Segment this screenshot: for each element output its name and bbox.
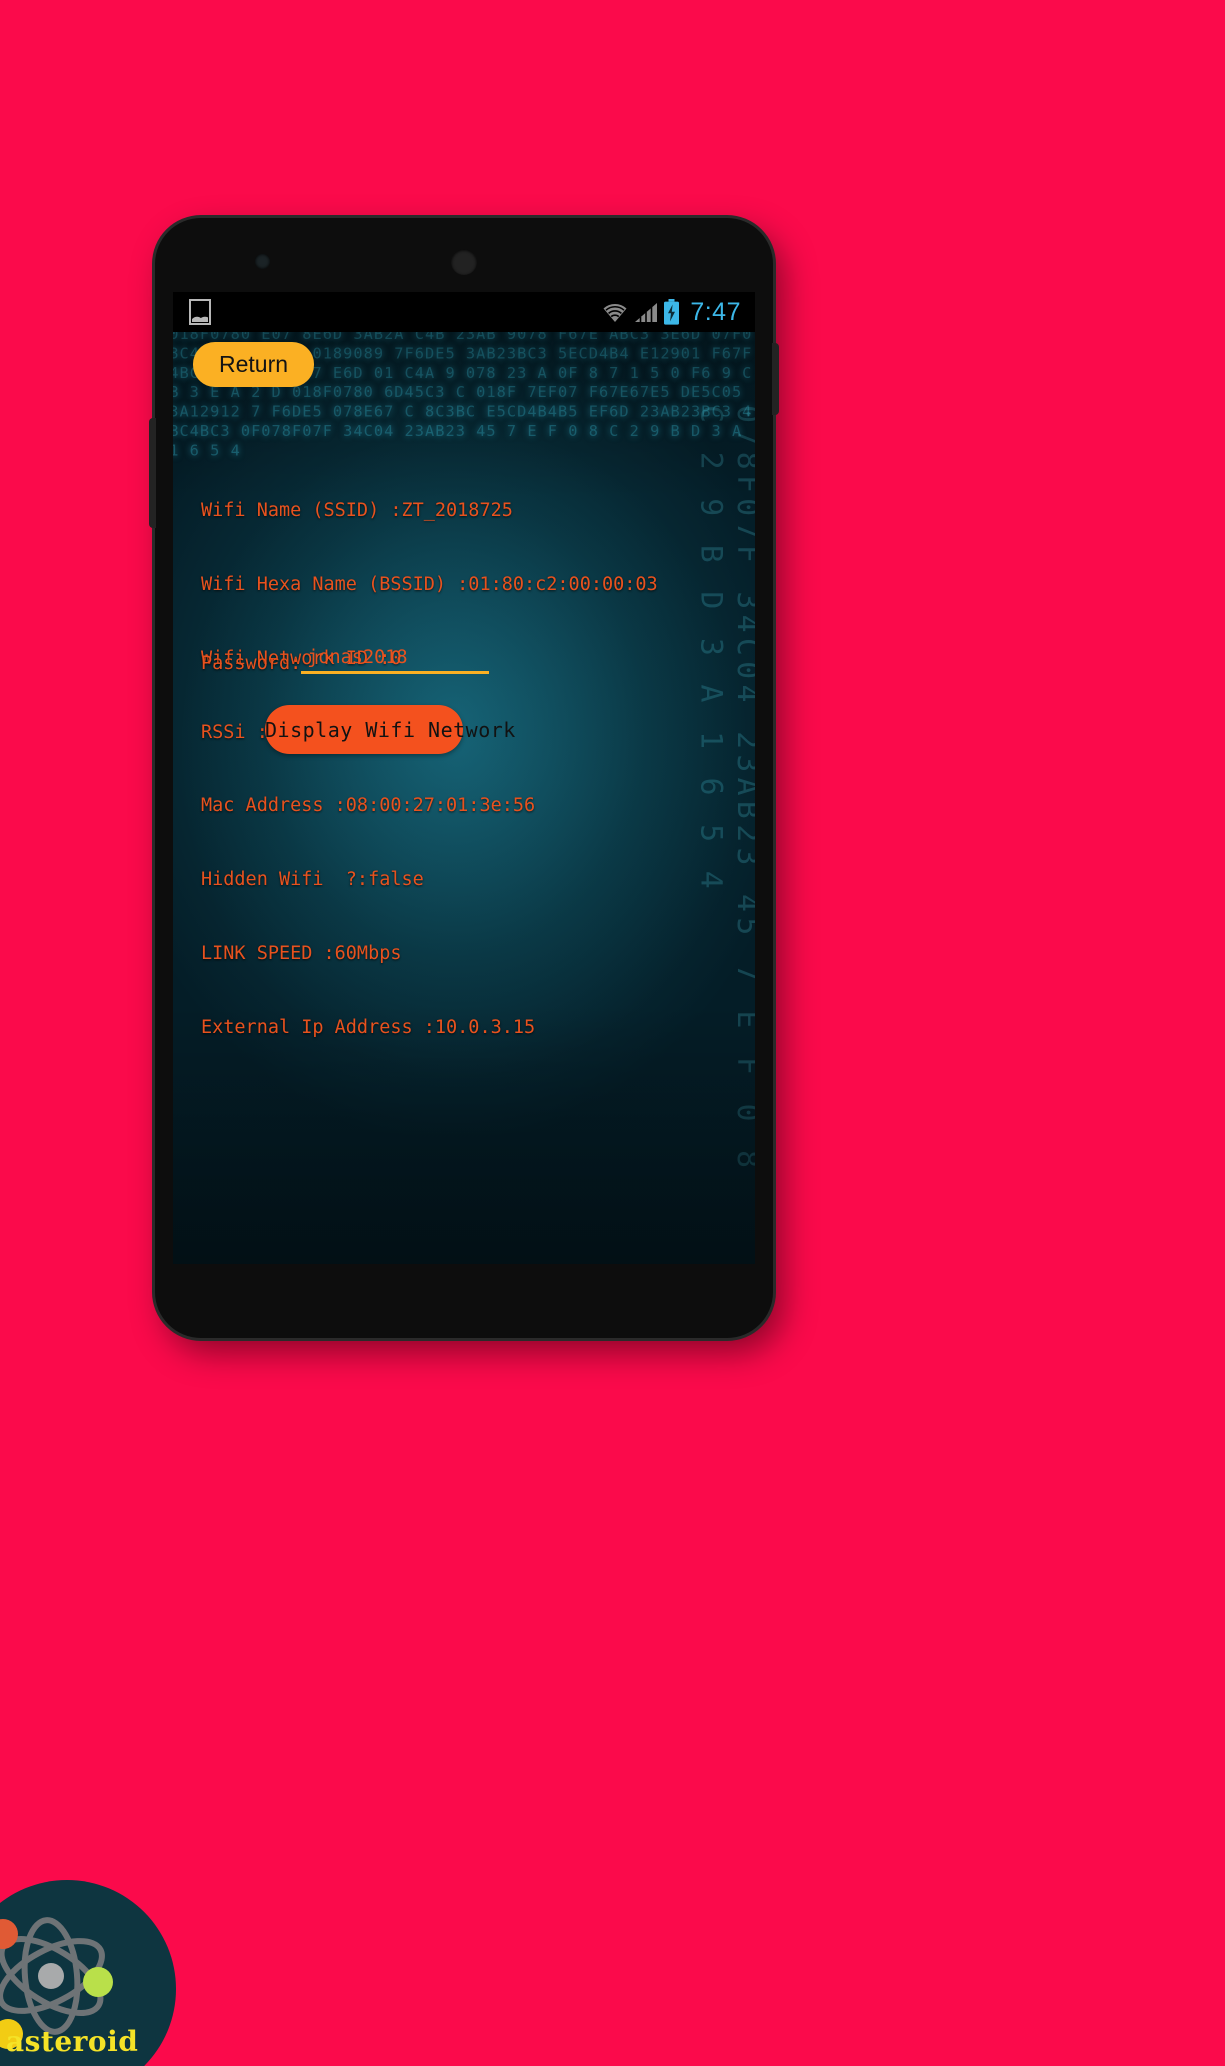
asteroid-wordmark: asteroid xyxy=(6,2025,139,2058)
electron-green xyxy=(83,1967,113,1997)
info-line-bssid: Wifi Hexa Name (BSSID) :01:80:c2:00:00:0… xyxy=(201,573,658,595)
wifi-info-block: Wifi Name (SSID) :ZT_2018725 Wifi Hexa N… xyxy=(201,450,658,1089)
password-row: Password: xyxy=(201,647,490,674)
info-line-ssid: Wifi Name (SSID) :ZT_2018725 xyxy=(201,500,513,522)
return-button[interactable]: Return xyxy=(193,342,315,387)
phone-chin xyxy=(173,1264,755,1322)
info-line-link-speed: LINK SPEED :60Mbps xyxy=(201,942,402,964)
status-bar-right-cluster: 7:47 xyxy=(601,298,741,327)
password-label: Password: xyxy=(201,653,302,674)
nucleus xyxy=(38,1963,64,1989)
power-button[interactable] xyxy=(772,343,779,415)
battery-charging-icon xyxy=(663,299,680,325)
info-line-hidden-wifi: Hidden Wifi ?:false xyxy=(201,869,424,891)
password-input[interactable] xyxy=(301,647,490,674)
app-content: Return Wifi Name (SSID) :ZT_2018725 Wifi… xyxy=(173,332,755,1264)
display-wifi-network-button[interactable]: Display Wifi Network xyxy=(265,705,515,754)
status-bar-clock: 7:47 xyxy=(690,297,741,326)
status-bar: 7:47 xyxy=(173,292,755,332)
signal-bars-icon xyxy=(634,301,658,323)
app-background: 018F0780 E07 8E6D 3AB2A C4B 23AB 9078 F6… xyxy=(173,332,755,1264)
electron-red xyxy=(0,1919,18,1949)
photo-icon xyxy=(189,299,211,325)
earpiece-speaker xyxy=(451,249,477,275)
volume-button[interactable] xyxy=(149,418,156,528)
front-camera-icon xyxy=(255,254,270,269)
asteroid-logo: asteroid xyxy=(0,1880,176,2066)
phone-screen: 7:47 018F0780 E07 8E6D 3AB2A C4B 23AB 90… xyxy=(173,292,755,1264)
phone-device: 7:47 018F0780 E07 8E6D 3AB2A C4B 23AB 90… xyxy=(149,218,779,1338)
info-line-external-ip: External Ip Address :10.0.3.15 xyxy=(201,1016,536,1038)
info-line-mac-address: Mac Address :08:00:27:01:3e:56 xyxy=(201,795,536,817)
wifi-icon xyxy=(601,301,629,323)
